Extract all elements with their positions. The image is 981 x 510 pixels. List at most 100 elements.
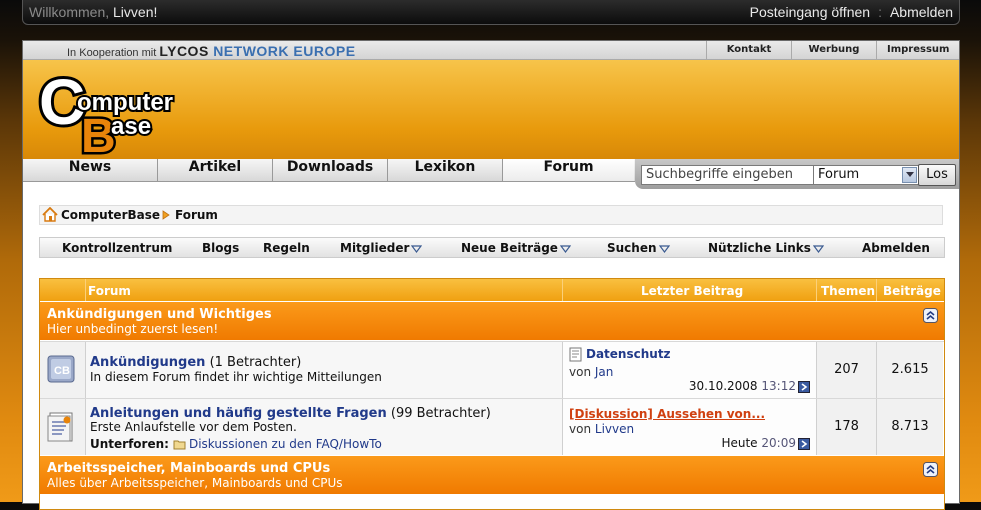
forum-viewers: (99 Betrachter) [390,406,491,421]
imprint-link[interactable]: Impressum [876,41,959,59]
nav-tab-articles[interactable]: Artikel [158,159,273,181]
threads-cell: 207 [817,342,877,398]
category-subtitle: Hier unbedingt zuerst lesen! [47,322,219,336]
forum-row: Anleitungen und häufig gestellte Fragen … [40,398,944,455]
dropdown-arrow-icon [411,244,423,253]
document-icon [569,347,582,362]
go-to-last-post-icon[interactable] [798,380,810,393]
svg-text:CB: CB [54,365,70,377]
last-post-link[interactable]: Datenschutz [586,347,671,361]
last-post-datetime: 30.10.2008 13:12 [689,379,810,393]
subnav-members[interactable]: Mitglieder [340,241,423,255]
last-post-time: 13:12 [761,379,796,393]
header-posts: Beiträge [883,284,941,298]
breadcrumb-forum[interactable]: Forum [175,208,218,222]
forum-title-link[interactable]: Ankündigungen [90,355,205,370]
inbox-link[interactable]: Posteingang öffnen [750,4,870,20]
dropdown-arrow-icon [559,244,572,253]
dropdown-arrow-icon [812,244,825,253]
forum-row: CB Ankündigungen (1 Betrachter) In diese… [40,341,944,398]
posts-cell: 2.615 [877,342,943,398]
category-header[interactable]: Ankündigungen und Wichtiges Hier unbedin… [40,302,944,340]
last-post-cell: [Diskussion] Aussehen von... von Livven … [563,399,817,455]
forum-info-cell: Anleitungen und häufig gestellte Fragen … [86,399,563,455]
last-post-date: Heute [721,436,758,450]
forum-title-line: Ankündigungen (1 Betrachter) [90,355,301,370]
advertising-link[interactable]: Werbung [791,41,876,59]
chevron-down-icon[interactable] [902,167,917,183]
last-post-time: 20:09 [761,436,796,450]
post-count: 8.713 [891,419,929,434]
subnav-useful-links[interactable]: Nützliche Links [708,241,825,255]
partner-prefix: In Kooperation mit [67,47,157,59]
category-title[interactable]: Ankündigungen und Wichtiges [47,307,272,322]
forum-title-line: Anleitungen und häufig gestellte Fragen … [90,406,491,421]
last-post-title-line: Datenschutz [569,347,671,362]
category-title[interactable]: Arbeitsspeicher, Mainboards und CPUs [47,461,330,476]
forum-subnav: Kontrollzentrum Blogs Regeln Mitglieder … [39,237,945,258]
subnav-rules[interactable]: Regeln [263,241,310,255]
welcome-message: Willkommen, Livven! [29,4,157,20]
last-post-cell: Datenschutz von Jan 30.10.2008 13:12 [563,342,817,398]
lycos-logo[interactable]: LYCOS NETWORK EUROPE [159,43,355,59]
forum-title-link[interactable]: Anleitungen und häufig gestellte Fragen [90,406,387,421]
header-divider [876,279,877,301]
last-post-link[interactable]: [Diskussion] Aussehen von... [569,407,765,421]
arrow-right-icon [162,210,170,220]
last-post-author[interactable]: Livven [595,422,634,436]
subnav-logout[interactable]: Abmelden [862,241,930,255]
contact-link[interactable]: Kontakt [706,41,791,59]
subforums-line: Unterforen: Diskussionen zu den FAQ/HowTo [90,437,382,451]
page-frame: In Kooperation mit LYCOS NETWORK EUROPE … [22,40,960,510]
breadcrumb-home[interactable]: ComputerBase [61,208,160,222]
category-header[interactable]: Arbeitsspeicher, Mainboards und CPUs All… [40,456,944,494]
search-button[interactable]: Los [918,164,956,186]
thread-count: 178 [834,419,859,434]
partner-text: In Kooperation mit LYCOS NETWORK EUROPE [67,43,356,59]
table-header: Forum Letzter Beitrag Themen Beiträge [40,279,944,301]
search-input[interactable]: Suchbegriffe eingeben [641,165,817,185]
posts-cell: 8.713 [877,399,943,455]
nav-tab-forum[interactable]: Forum [503,159,634,181]
last-post-author-line: von Livven [569,422,634,436]
logo-line2: ase [111,113,151,140]
logout-link[interactable]: Abmelden [890,4,953,20]
computerbase-logo[interactable]: C C omputer omputer B B ase ase [37,62,207,157]
nav-tab-news[interactable]: News [23,159,158,181]
last-post-author[interactable]: Jan [595,365,614,379]
network-europe-text: NETWORK EUROPE [213,43,356,59]
nav-tab-lexicon[interactable]: Lexikon [388,159,503,181]
subnav-blogs[interactable]: Blogs [202,241,239,255]
main-nav: News Artikel Downloads Lexikon Forum [23,159,635,182]
subnav-search[interactable]: Suchen [607,241,670,255]
subforum-link[interactable]: Diskussionen zu den FAQ/HowTo [189,437,382,451]
forum-description: Erste Anlaufstelle vor dem Posten. [90,420,297,434]
subnav-control-panel[interactable]: Kontrollzentrum [62,241,172,255]
faq-forum-icon [47,412,73,442]
header-divider [85,279,86,301]
collapse-icon[interactable] [923,308,938,323]
header-divider [816,279,817,301]
search-scope-select[interactable]: Forum [813,165,919,185]
home-icon[interactable] [42,207,58,222]
subnav-useful-links-label: Nützliche Links [708,241,811,255]
username[interactable]: Livven! [113,4,157,20]
category-subtitle: Alles über Arbeitsspeicher, Mainboards u… [47,476,343,490]
dropdown-arrow-icon [658,244,670,253]
search-scope-value: Forum [818,167,860,182]
last-post-by-prefix: von [569,365,592,379]
collapse-icon[interactable] [923,462,938,477]
threads-cell: 178 [817,399,877,455]
welcome-prefix: Willkommen, [29,4,110,20]
forum-viewers: (1 Betrachter) [209,355,302,370]
last-post-author-line: von Jan [569,365,613,379]
subnav-new-posts[interactable]: Neue Beiträge [461,241,572,255]
last-post-datetime: Heute 20:09 [721,436,810,450]
lycos-logo-text: LYCOS [159,43,209,59]
subnav-search-label: Suchen [607,241,657,255]
subnav-members-label: Mitglieder [340,241,410,255]
go-to-last-post-icon[interactable] [798,437,810,450]
nav-tab-downloads[interactable]: Downloads [273,159,388,181]
site-header: C C omputer omputer B B ase ase [23,60,959,159]
forum-info-cell: Ankündigungen (1 Betrachter) In diesem F… [86,342,563,398]
